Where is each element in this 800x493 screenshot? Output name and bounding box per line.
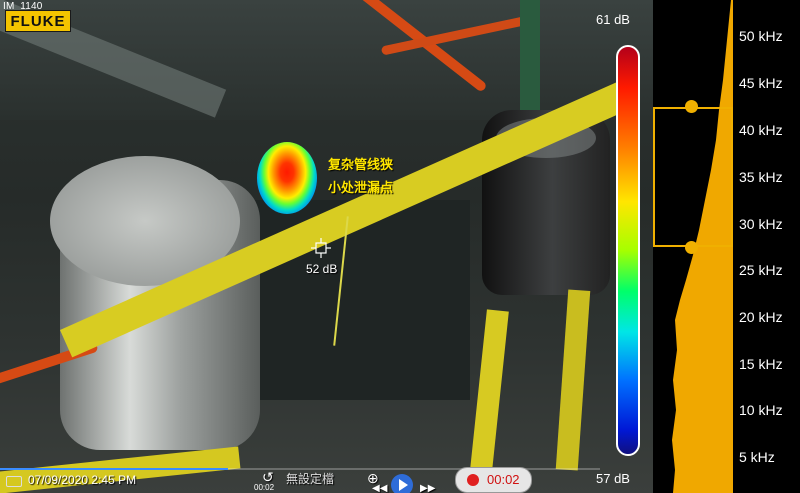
freq-label-25: 25 kHz: [739, 262, 783, 278]
freq-label-50: 50 kHz: [739, 28, 783, 44]
freq-label-30: 30 kHz: [739, 216, 783, 232]
selection-upper-handle[interactable]: [685, 100, 698, 113]
yellow-post-2: [555, 289, 591, 471]
play-button[interactable]: [391, 474, 413, 493]
play-icon: [399, 479, 408, 491]
next-icon[interactable]: ▶▶: [420, 482, 435, 493]
profile-label[interactable]: 無設定檔: [286, 470, 334, 487]
record-icon: [467, 474, 479, 486]
fluke-logo: FLUKE: [5, 10, 71, 32]
record-time: 00:02: [487, 472, 520, 487]
min-db-label: 57 dB: [596, 471, 630, 486]
annotation-line-2: 小处泄漏点: [328, 180, 394, 195]
elapsed-time: 00:02: [254, 483, 275, 492]
green-pipe: [520, 0, 540, 110]
previous-icon[interactable]: ◀◀: [372, 482, 387, 493]
freq-label-40: 40 kHz: [739, 122, 783, 138]
leak-heat-spot: [257, 142, 317, 214]
crosshair-icon: [311, 238, 331, 258]
progress-fill: [0, 468, 228, 470]
freq-label-10: 10 kHz: [739, 402, 783, 418]
freq-label-15: 15 kHz: [739, 356, 783, 372]
freq-label-35: 35 kHz: [739, 169, 783, 185]
freq-label-45: 45 kHz: [739, 75, 783, 91]
thermal-acoustic-viewer: IM_1140 FLUKE 61 dB 57 dB 复杂管线狭 小处泄漏点 52…: [0, 0, 800, 493]
rewind-icon[interactable]: ↺: [262, 470, 274, 484]
freq-label-20: 20 kHz: [739, 309, 783, 325]
yellow-post-1: [469, 309, 509, 481]
annotation-line-1: 复杂管线狭: [328, 157, 394, 172]
max-db-label: 61 dB: [596, 12, 630, 27]
camera-icon: [6, 476, 22, 487]
frequency-selection-box[interactable]: [653, 107, 733, 247]
capture-timestamp: 07/09/2020 2:45 PM: [28, 473, 137, 487]
db-color-scale: [616, 45, 640, 456]
spot-db-label: 52 dB: [306, 262, 338, 276]
selection-lower-handle[interactable]: [685, 241, 698, 254]
record-button[interactable]: 00:02: [455, 467, 532, 493]
freq-label-5: 5 kHz: [739, 449, 775, 465]
